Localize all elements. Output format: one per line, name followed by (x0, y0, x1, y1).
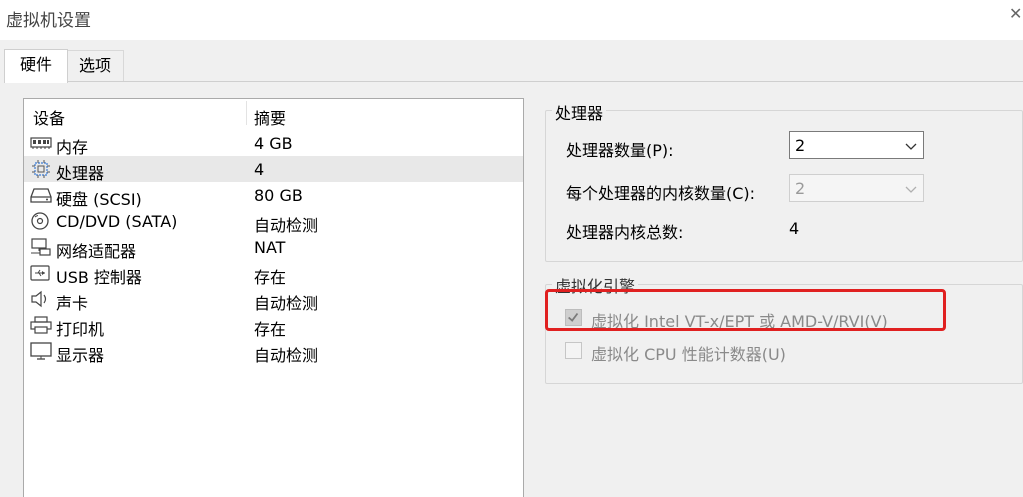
device-row-network-adapter[interactable]: 网络适配器 NAT (24, 234, 523, 261)
printer-icon (30, 316, 52, 334)
device-name: 内存 (56, 138, 89, 157)
network-adapter-icon (31, 238, 51, 256)
device-summary: 自动检测 (254, 346, 319, 365)
cpu-icon (32, 160, 50, 178)
processor-count-label: 处理器数量(P): (566, 141, 674, 160)
device-name: 声卡 (56, 294, 89, 313)
device-row-display[interactable]: 显示器 自动检测 (24, 338, 523, 365)
device-name: CD/DVD (SATA) (56, 212, 178, 231)
device-row-usb[interactable]: USB 控制器 存在 (24, 260, 523, 287)
column-divider[interactable] (246, 101, 247, 125)
usb-icon (30, 265, 50, 281)
device-summary: 4 (254, 160, 265, 179)
monitor-icon (30, 342, 52, 360)
processor-group-title: 处理器 (552, 100, 607, 124)
device-summary: 存在 (254, 268, 287, 287)
title-bar: 虚拟机设置 ✕ (0, 0, 1023, 40)
tab-hardware[interactable]: 硬件 (4, 49, 68, 83)
device-name: 显示器 (56, 346, 105, 365)
column-header-device[interactable]: 设备 (33, 105, 65, 129)
device-name: 网络适配器 (56, 242, 137, 261)
close-icon[interactable]: ✕ (1009, 4, 1023, 24)
virtualize-cpu-counters-label: 虚拟化 CPU 性能计数器(U) (591, 345, 786, 364)
device-list: 设备 摘要 内存 4 GB 处理器 4 硬盘 (SCSI) 80 GB CD/D… (23, 98, 524, 497)
device-name: 处理器 (56, 164, 105, 183)
speaker-icon (31, 290, 47, 308)
cores-per-processor-select[interactable]: 2 (789, 174, 924, 202)
device-summary: 存在 (254, 320, 287, 339)
device-row-hard-disk[interactable]: 硬盘 (SCSI) 80 GB (24, 182, 523, 209)
processor-count-value: 2 (795, 136, 806, 155)
chevron-down-icon (905, 186, 917, 193)
device-row-memory[interactable]: 内存 4 GB (24, 130, 523, 157)
hard-disk-icon (30, 188, 52, 203)
device-row-sound-card[interactable]: 声卡 自动检测 (24, 286, 523, 313)
device-summary: 自动检测 (254, 216, 319, 235)
processor-count-select[interactable]: 2 (789, 131, 924, 159)
list-header: 设备 摘要 (24, 99, 523, 129)
device-summary: 80 GB (254, 186, 303, 205)
total-cores-label: 处理器内核总数: (566, 223, 684, 242)
device-summary: NAT (254, 238, 286, 257)
device-name: 打印机 (56, 320, 105, 339)
device-row-cd-dvd[interactable]: CD/DVD (SATA) 自动检测 (24, 208, 523, 235)
device-name: 硬盘 (SCSI) (56, 190, 142, 209)
device-row-processor[interactable]: 处理器 4 (24, 156, 523, 183)
total-cores-value: 4 (789, 219, 800, 238)
cores-per-processor-label: 每个处理器的内核数量(C): (566, 184, 756, 203)
device-summary: 4 GB (254, 134, 293, 153)
cd-dvd-icon (31, 212, 49, 230)
device-name: USB 控制器 (56, 268, 142, 287)
tab-options[interactable]: 选项 (66, 50, 124, 81)
device-row-printer[interactable]: 打印机 存在 (24, 312, 523, 339)
checkbox[interactable] (565, 342, 582, 359)
chevron-down-icon (905, 143, 917, 150)
cores-per-processor-value: 2 (795, 179, 806, 198)
red-highlight-annotation (545, 289, 946, 331)
column-header-summary[interactable]: 摘要 (254, 105, 286, 129)
window-title: 虚拟机设置 (6, 11, 91, 31)
device-summary: 自动检测 (254, 294, 319, 313)
memory-icon (30, 137, 52, 149)
